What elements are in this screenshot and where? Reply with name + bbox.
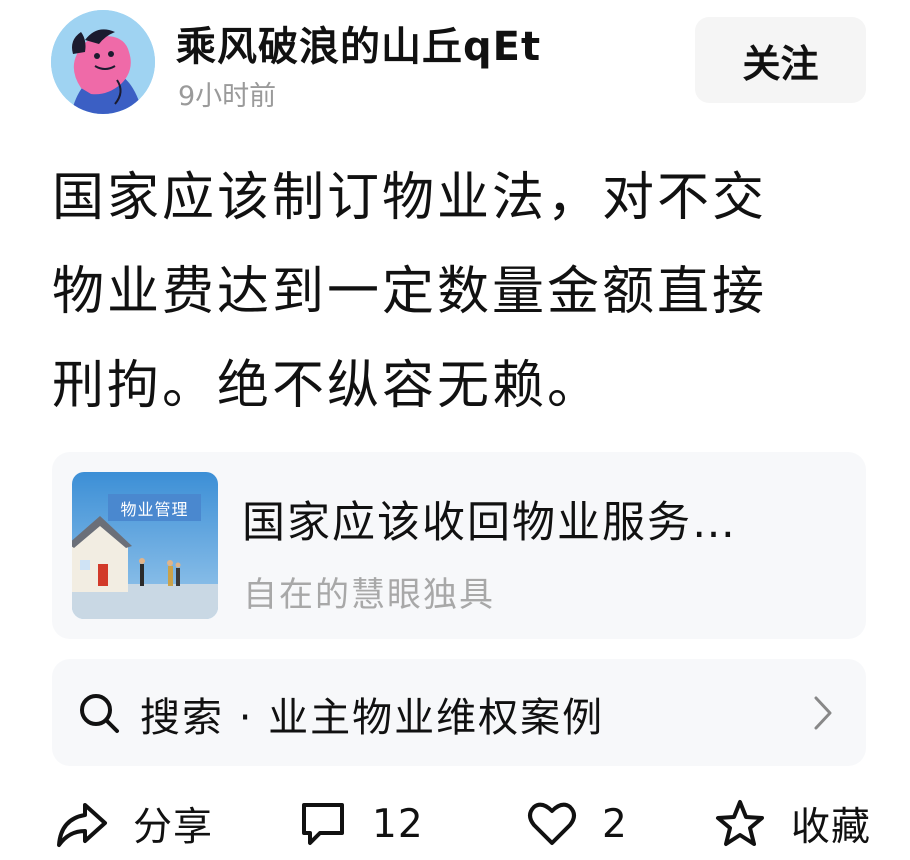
comment-count: 12 xyxy=(372,801,424,847)
share-icon xyxy=(57,803,107,847)
star-icon xyxy=(716,800,764,846)
post-time: 9小时前 xyxy=(178,81,277,112)
article-title[interactable]: 国家应该收回物业服务… xyxy=(242,488,842,550)
post-body: 国家应该制订物业法，对不交 物业费达到一定数量金额直接 刑拘。绝不纵容无赖。 xyxy=(52,151,872,433)
linked-article-card[interactable]: 物业管理 国家应该收回物业服务… 自在的慧眼独具 xyxy=(52,452,866,639)
avatar[interactable] xyxy=(51,10,155,114)
share-label: 分享 xyxy=(133,805,214,850)
post-line: 物业费达到一定数量金额直接 xyxy=(52,262,768,322)
author-name[interactable]: 乘风破浪的山丘qEt xyxy=(176,14,541,72)
like-button[interactable]: 2 xyxy=(526,792,628,856)
chevron-right-icon xyxy=(814,696,832,730)
comment-button[interactable]: 12 xyxy=(298,792,424,856)
thumbnail-caption: 物业管理 xyxy=(108,494,201,521)
like-count: 2 xyxy=(602,801,628,847)
post-line: 刑拘。绝不纵容无赖。 xyxy=(52,356,603,416)
related-search-bar[interactable]: 搜索 · 业主物业维权案例 xyxy=(52,659,866,766)
heart-icon xyxy=(528,802,576,845)
comment-icon xyxy=(302,803,344,845)
article-thumbnail: 物业管理 xyxy=(72,472,218,619)
search-icon xyxy=(80,694,119,733)
follow-button[interactable]: 关注 xyxy=(695,17,866,103)
share-button[interactable]: 分享 xyxy=(55,792,213,856)
collect-button[interactable]: 收藏 xyxy=(713,792,871,856)
collect-label: 收藏 xyxy=(791,805,872,850)
post-line: 国家应该制订物业法，对不交 xyxy=(52,168,768,228)
search-suggestion-text[interactable]: 搜索 · 业主物业维权案例 xyxy=(140,685,604,743)
article-source: 自在的慧眼独具 xyxy=(243,575,495,615)
